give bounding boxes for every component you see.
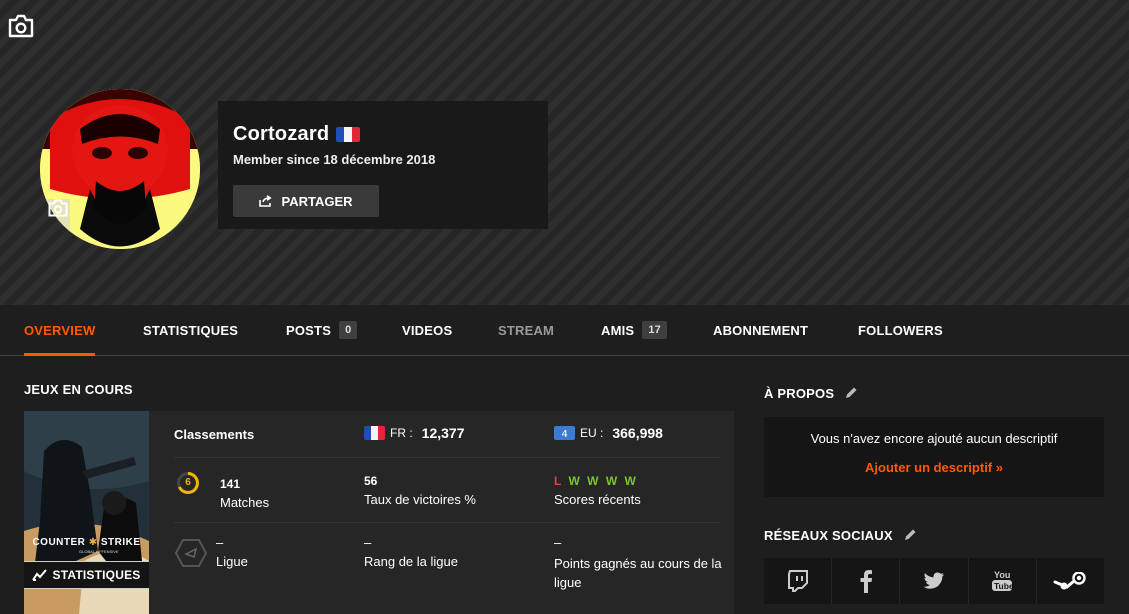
fr-rank-value: 12,377 — [421, 425, 465, 441]
twitter-icon — [923, 572, 944, 589]
cover-logo-counter: COUNTER — [32, 537, 86, 548]
edit-about-pencil-icon[interactable] — [844, 386, 858, 403]
league-points-value: – — [554, 535, 562, 550]
about-box: Vous n'avez encore ajouté aucun descript… — [764, 417, 1104, 497]
posts-count-badge: 0 — [339, 321, 358, 339]
svg-text:Tube: Tube — [994, 581, 1013, 591]
eu-code: EU : — [580, 426, 604, 440]
level-value: 6 — [185, 477, 191, 488]
league-rank-value: – — [364, 535, 372, 550]
result-loss: L — [554, 474, 564, 488]
share-icon — [259, 195, 273, 207]
youtube-button[interactable]: You Tube — [968, 558, 1037, 604]
matches-label: Matches — [220, 495, 270, 510]
twitch-icon — [787, 570, 808, 592]
chart-trend-icon — [31, 569, 47, 581]
row-divider — [174, 457, 719, 458]
svg-text:4: 4 — [562, 429, 568, 440]
fr-code: FR : — [390, 426, 413, 440]
tab-abonnement[interactable]: ABONNEMENT — [713, 305, 808, 355]
tab-videos[interactable]: VIDEOS — [402, 305, 452, 355]
game-stats-label: STATISTIQUES — [52, 568, 141, 582]
change-avatar-camera-icon[interactable] — [48, 199, 68, 217]
eu-rank-value: 366,998 — [612, 425, 663, 441]
result-win: W — [568, 474, 582, 488]
steam-icon — [1053, 572, 1087, 590]
cover-logo-subtitle: GLOBAL OFFENSIVE — [79, 549, 119, 554]
rankings-label: Classements — [174, 427, 255, 442]
games-section-title: JEUX EN COURS — [24, 382, 133, 397]
friends-count-badge: 17 — [642, 321, 667, 339]
tab-overview[interactable]: OVERVIEW — [24, 305, 96, 356]
profile-tabs: OVERVIEW STATISTIQUES POSTS 0 VIDEOS STRE… — [0, 305, 1129, 356]
tab-posts[interactable]: POSTS 0 — [286, 305, 358, 355]
twitch-button[interactable] — [764, 558, 833, 604]
tab-stream[interactable]: STREAM — [498, 305, 554, 355]
europe-flag-icon: 4 — [554, 426, 575, 440]
add-description-link[interactable]: Ajouter un descriptif » — [764, 460, 1104, 475]
csgo-cover-image[interactable]: COUNTER ✱ STRIKE GLOBAL OFFENSIVE STATIS… — [24, 411, 149, 614]
facebook-button[interactable] — [832, 558, 901, 604]
avatar[interactable] — [40, 89, 200, 249]
tab-amis[interactable]: AMIS 17 — [601, 305, 667, 355]
league-value: – — [216, 535, 224, 550]
league-points-label: Points gagnés au cours de la ligue — [554, 556, 722, 590]
league-rank-label: Rang de la ligue — [364, 554, 458, 569]
game-stats-button[interactable]: STATISTIQUES — [24, 561, 149, 589]
level-ring-icon: 6 — [176, 471, 200, 495]
about-title-text: À PROPOS — [764, 386, 835, 401]
change-cover-camera-icon[interactable] — [8, 14, 34, 38]
row-divider — [174, 522, 719, 523]
username: Cortozard — [233, 123, 330, 145]
recent-results: L W W W W — [554, 474, 638, 488]
result-win: W — [587, 474, 601, 488]
tab-statistiques[interactable]: STATISTIQUES — [143, 305, 238, 355]
cover-logo-strike: STRIKE — [100, 537, 141, 548]
league-label: Ligue — [216, 554, 248, 569]
league-hexagon-icon — [174, 538, 208, 573]
france-flag-icon — [364, 426, 385, 440]
share-label: PARTAGER — [281, 193, 353, 209]
fr-rank: FR : 12,377 — [364, 425, 465, 441]
member-since: Member since 18 décembre 2018 — [233, 152, 436, 167]
winrate-label: Taux de victoires % — [364, 492, 476, 507]
game-card: COUNTER ✱ STRIKE GLOBAL OFFENSIVE STATIS… — [24, 411, 734, 614]
facebook-icon — [860, 570, 872, 593]
recent-label: Scores récents — [554, 492, 641, 507]
matches-value: 141 — [220, 477, 241, 491]
youtube-icon: You Tube — [992, 570, 1013, 591]
social-networks: You Tube — [764, 558, 1105, 604]
svg-text:You: You — [994, 570, 1010, 580]
twitter-button[interactable] — [900, 558, 969, 604]
profile-card: Cortozard Member since 18 décembre 2018 … — [218, 101, 548, 229]
social-title-text: RÉSEAUX SOCIAUX — [764, 528, 893, 543]
about-title: À PROPOS — [764, 386, 858, 403]
tab-followers[interactable]: FOLLOWERS — [858, 305, 943, 355]
steam-button[interactable] — [1036, 558, 1105, 604]
share-button[interactable]: PARTAGER — [233, 185, 379, 217]
winrate-value: 56 — [364, 474, 378, 488]
eu-rank: 4 EU : 366,998 — [554, 425, 663, 441]
france-flag-icon — [336, 127, 361, 142]
social-title: RÉSEAUX SOCIAUX — [764, 528, 917, 545]
edit-social-pencil-icon[interactable] — [903, 528, 917, 545]
profile-banner: Cortozard Member since 18 décembre 2018 … — [0, 0, 1129, 305]
result-win: W — [624, 474, 638, 488]
result-win: W — [605, 474, 620, 488]
about-empty-text: Vous n'avez encore ajouté aucun descript… — [810, 431, 1058, 446]
